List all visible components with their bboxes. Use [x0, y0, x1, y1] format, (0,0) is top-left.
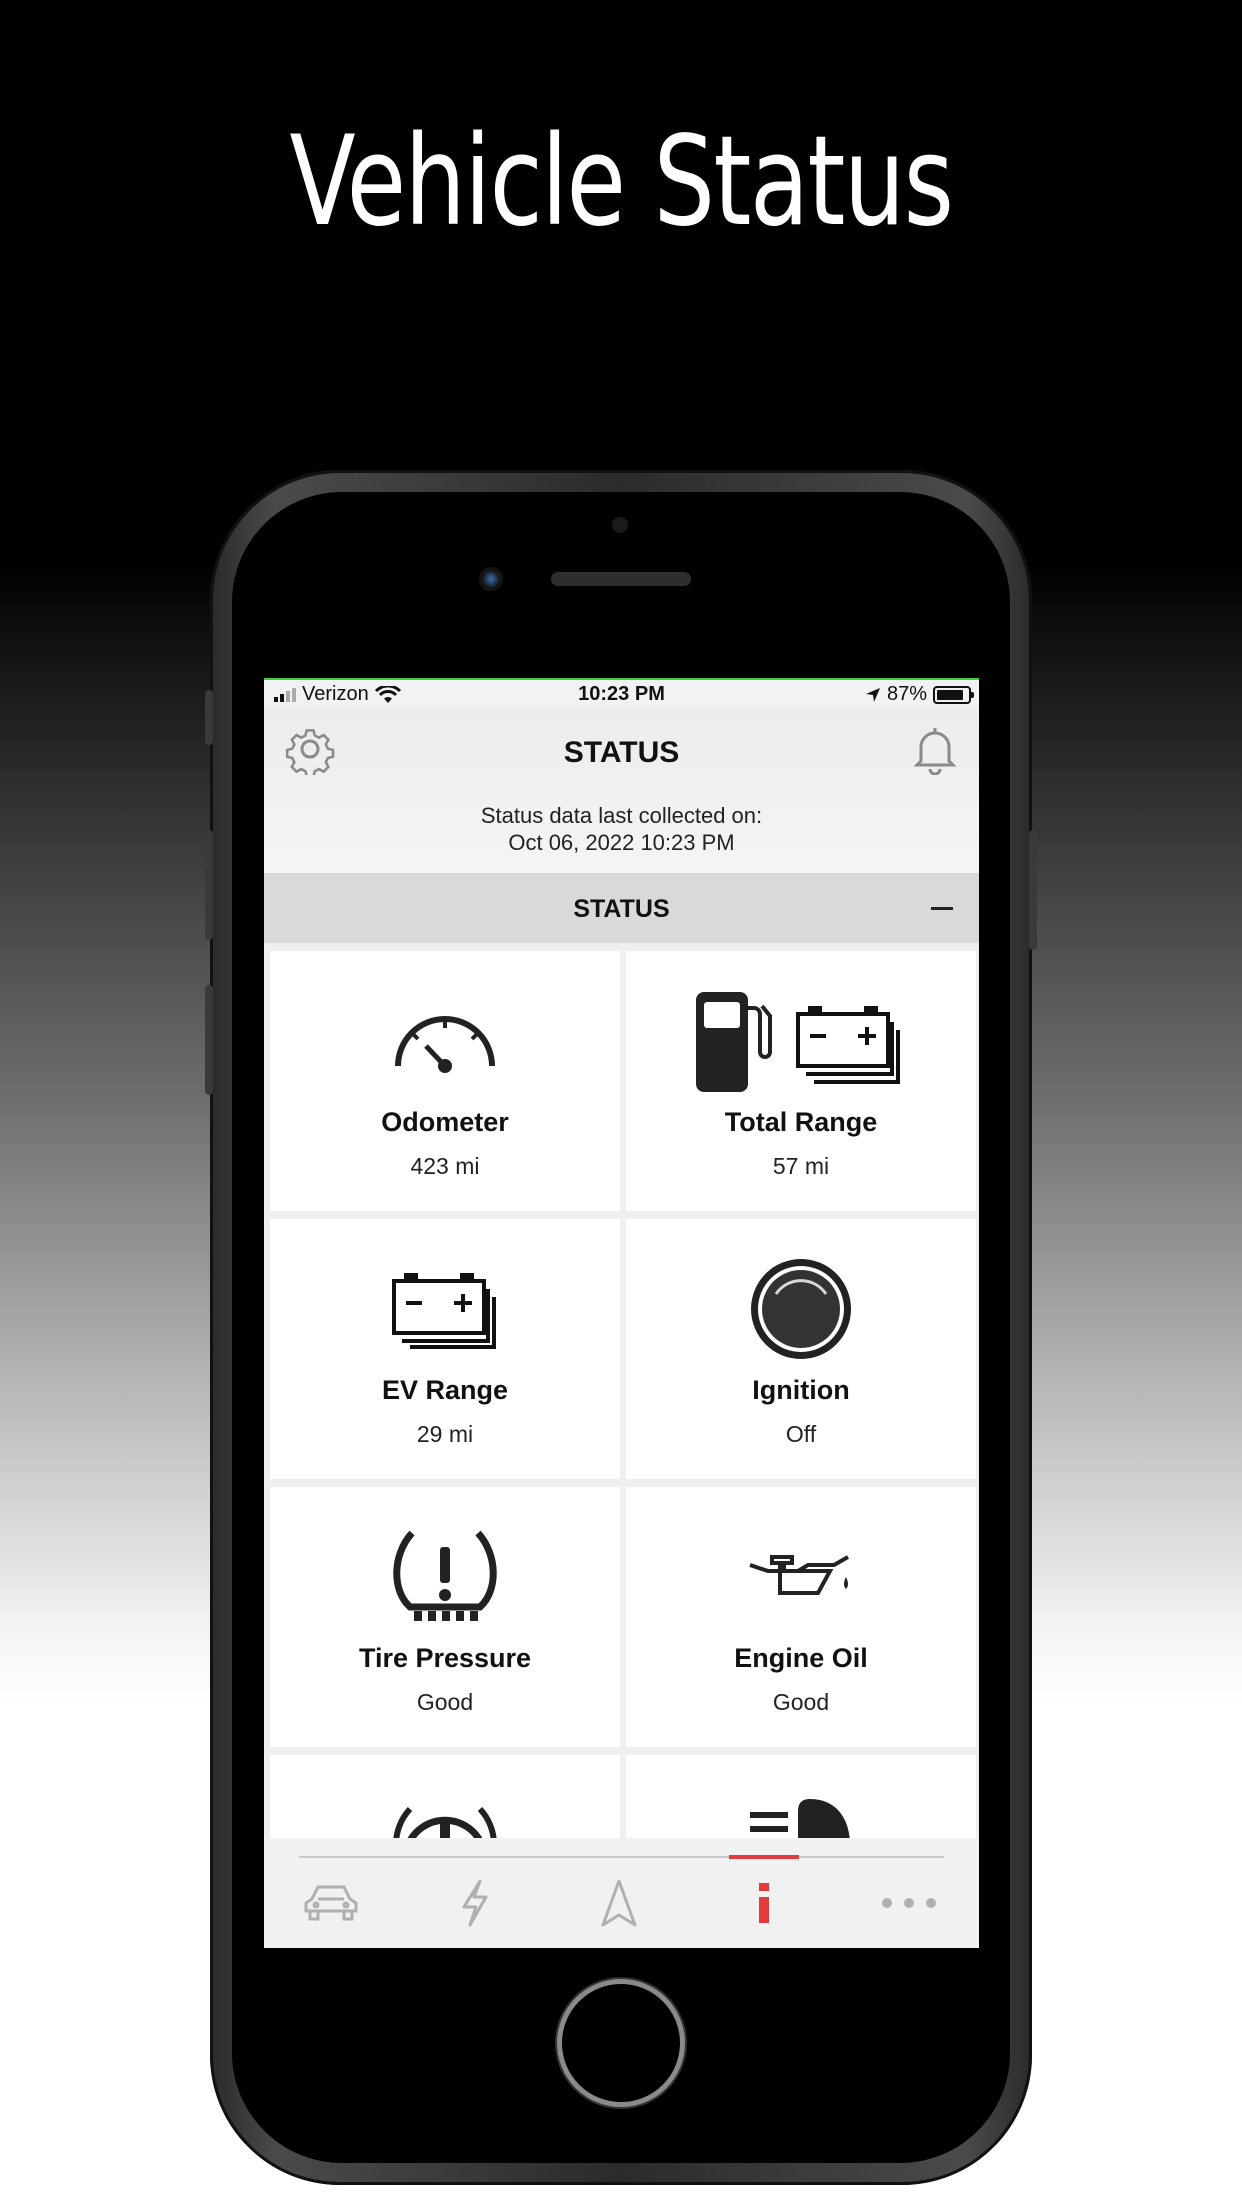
car-icon — [304, 1885, 358, 1921]
tile-label: Tire Pressure — [358, 1643, 532, 1673]
tile-ignition[interactable]: Ignition Off — [626, 1219, 976, 1479]
fuel-battery-icon — [696, 992, 900, 1092]
tile-value: Good — [416, 1689, 474, 1715]
tile-label: Engine Oil — [734, 1643, 868, 1673]
proximity-sensor — [612, 517, 628, 533]
tile-engine-oil[interactable]: Engine Oil Good — [626, 1487, 976, 1747]
tile-odometer[interactable]: Odometer 423 mi — [270, 951, 620, 1211]
brake-warning-icon — [392, 1806, 498, 1845]
earpiece-speaker — [551, 572, 691, 586]
volume-up-button — [205, 830, 213, 940]
tile-value: 57 mi — [772, 1153, 830, 1179]
status-tile-grid: Odometer 423 mi Total Range 57 mi EV Ran… — [264, 943, 979, 1863]
speedometer-icon — [395, 1016, 495, 1073]
notification-bell-icon[interactable] — [911, 723, 959, 775]
tile-value: Good — [772, 1689, 830, 1715]
tab-navigation[interactable] — [584, 1873, 654, 1933]
tile-value: Off — [785, 1421, 817, 1447]
more-dots-icon — [882, 1898, 936, 1908]
page-title: STATUS — [563, 736, 680, 769]
tile-label: Odometer — [381, 1107, 509, 1137]
volume-down-button — [205, 985, 213, 1095]
tile-total-range[interactable]: Total Range 57 mi — [626, 951, 976, 1211]
tile-ev-range[interactable]: EV Range 29 mi — [270, 1219, 620, 1479]
tile-label: Ignition — [752, 1375, 850, 1405]
ignition-icon — [751, 1259, 851, 1359]
tab-info[interactable] — [729, 1873, 799, 1933]
status-section-header[interactable]: STATUS — [264, 873, 979, 943]
status-bar: Verizon 10:23 PM 87% — [264, 678, 979, 708]
tab-active-indicator — [729, 1855, 799, 1859]
app-screen: Verizon 10:23 PM 87% STATUS Status data … — [264, 678, 979, 1948]
mute-switch — [205, 690, 213, 745]
headline: Vehicle Status — [289, 110, 955, 254]
bottom-tab-bar — [264, 1838, 979, 1948]
front-camera — [479, 567, 503, 591]
tile-value: 423 mi — [410, 1153, 480, 1179]
tab-divider — [299, 1856, 944, 1858]
battery-icon — [392, 1273, 496, 1349]
tab-vehicle[interactable] — [296, 1873, 366, 1933]
tile-value: 29 mi — [416, 1421, 474, 1447]
navigation-arrow-icon — [601, 1879, 637, 1927]
tire-pressure-icon — [393, 1530, 497, 1621]
collapse-minus-icon[interactable] — [927, 893, 957, 923]
info-icon — [759, 1883, 769, 1923]
app-header: STATUS Status data last collected on: Oc… — [264, 708, 979, 873]
lightning-icon — [462, 1879, 488, 1927]
power-button — [1029, 830, 1037, 950]
headlight-icon — [750, 1799, 850, 1845]
home-button[interactable] — [557, 1979, 685, 2107]
tile-tire-pressure[interactable]: Tire Pressure Good — [270, 1487, 620, 1747]
last-collected-date: Oct 06, 2022 10:23 PM — [508, 830, 735, 855]
tile-label: Total Range — [724, 1107, 878, 1137]
tile-label: EV Range — [381, 1375, 509, 1405]
oil-can-icon — [749, 1555, 849, 1595]
location-arrow-icon — [865, 687, 880, 702]
section-title: STATUS — [573, 895, 670, 923]
battery-percent: 87% — [886, 683, 927, 705]
tab-charge[interactable] — [440, 1873, 510, 1933]
last-collected-text: Status data last collected on: Oct 06, 2… — [264, 802, 979, 856]
tab-more[interactable] — [874, 1873, 944, 1933]
battery-icon — [933, 685, 974, 704]
